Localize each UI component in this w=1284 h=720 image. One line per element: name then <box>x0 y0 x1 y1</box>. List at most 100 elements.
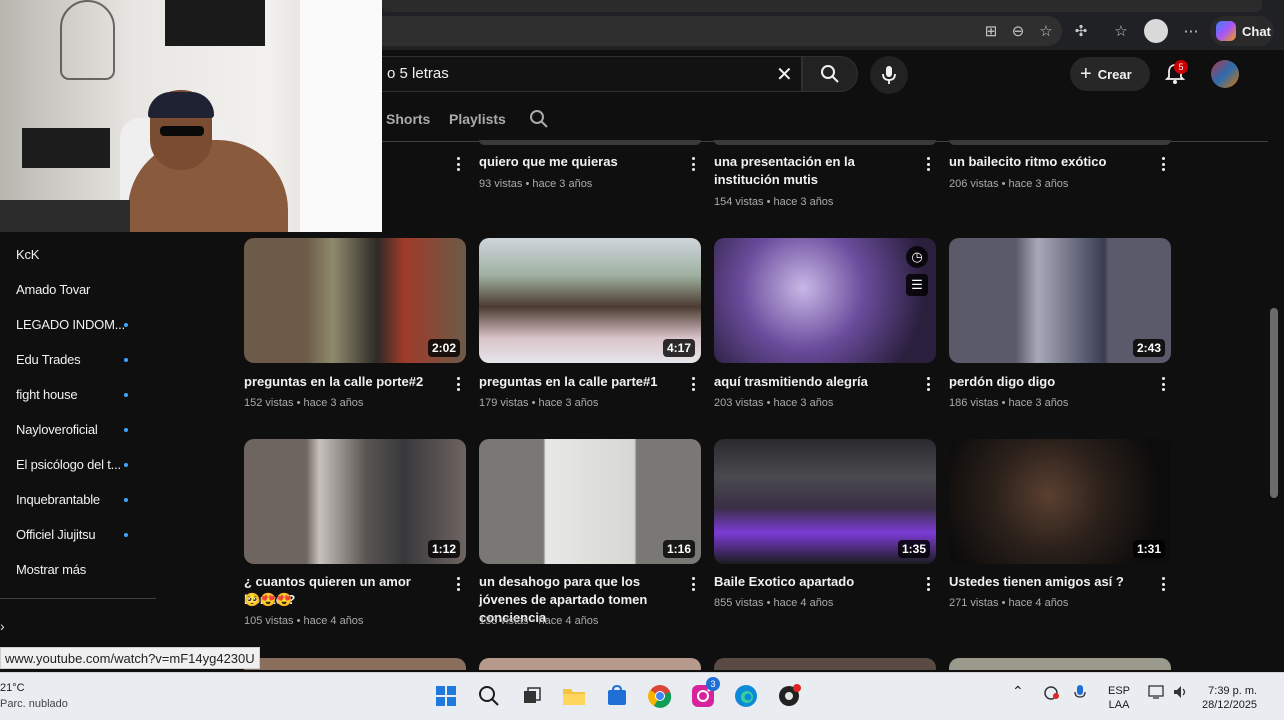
video-thumbnail[interactable]: 4:17 <box>479 238 701 363</box>
new-content-dot <box>124 393 128 397</box>
video-title[interactable]: preguntas en la calle parte#1 <box>479 373 679 391</box>
favorites-icon[interactable]: ☆ <box>1110 20 1132 42</box>
sidebar-item-kck[interactable]: KcK <box>16 247 39 262</box>
weather-description[interactable]: Parc. nublado <box>0 698 68 710</box>
video-thumbnail[interactable]: 1:12 <box>244 439 466 564</box>
tab-shorts[interactable]: Shorts <box>386 111 430 127</box>
video-title[interactable]: preguntas en la calle porte#2 <box>244 373 444 391</box>
video-title[interactable]: Ustedes tienen amigos así ? <box>949 573 1149 591</box>
video-title[interactable]: una presentación en la institución mutis <box>714 153 914 189</box>
search-button[interactable] <box>802 56 858 92</box>
video-thumbnail[interactable]: 1:35 <box>714 439 936 564</box>
video-title[interactable]: un bailecito ritmo exótico <box>949 153 1149 171</box>
add-to-queue-icon[interactable]: ☰ <box>906 274 928 296</box>
apps-icon[interactable]: ⊞ <box>980 20 1002 42</box>
favorite-star-icon[interactable]: ☆ <box>1035 20 1057 42</box>
show-more-button[interactable]: Mostrar más <box>16 562 86 577</box>
clear-search-icon[interactable]: ✕ <box>776 62 793 87</box>
video-meta: 855 vistas • hace 4 años <box>714 597 834 609</box>
video-menu-icon[interactable] <box>1158 575 1168 593</box>
video-thumbnail-partial[interactable] <box>479 140 701 145</box>
voice-search-button[interactable] <box>870 56 908 94</box>
start-icon[interactable] <box>433 683 459 709</box>
video-title-emoji: 🥺😍😍 <box>244 592 293 607</box>
microphone-tray-icon[interactable] <box>1074 684 1086 706</box>
network-alert-icon[interactable] <box>1042 684 1060 704</box>
video-menu-icon[interactable] <box>1158 375 1168 393</box>
tab-playlists[interactable]: Playlists <box>449 111 506 127</box>
volume-icon[interactable] <box>1172 684 1190 704</box>
notification-count-badge: 5 <box>1174 60 1188 74</box>
weather-temperature[interactable]: 21°C <box>0 682 25 694</box>
clock-time: 7:39 p. m. <box>1208 685 1258 697</box>
video-thumbnail[interactable]: 1:31 <box>949 439 1171 564</box>
more-menu-icon[interactable]: ⋯ <box>1180 20 1202 42</box>
video-thumbnail[interactable]: 2:43 <box>949 238 1171 363</box>
video-title[interactable]: Baile Exotico apartado <box>714 573 914 591</box>
video-thumbnail-partial[interactable] <box>714 140 936 145</box>
video-thumbnail-partial[interactable] <box>479 658 701 670</box>
sidebar-item-nayloveroficial[interactable]: Nayloveroficial <box>16 422 98 437</box>
video-menu-icon[interactable] <box>923 575 933 593</box>
video-thumbnail[interactable]: ◷ ☰ <box>714 238 936 363</box>
video-menu-icon[interactable] <box>688 575 698 593</box>
extensions-icon[interactable]: ✣ <box>1070 20 1092 42</box>
user-avatar[interactable] <box>1211 60 1239 88</box>
video-menu-icon[interactable] <box>923 375 933 393</box>
video-menu-icon[interactable] <box>453 375 463 393</box>
channel-search-icon[interactable] <box>529 109 549 129</box>
sidebar-item-psicologo[interactable]: El psicólogo del t... <box>16 457 121 472</box>
video-menu-icon[interactable] <box>1158 155 1168 173</box>
desk <box>0 200 130 232</box>
copilot-chat-button[interactable]: Chat <box>1210 16 1274 46</box>
new-content-dot <box>124 533 128 537</box>
sunglasses <box>160 126 204 136</box>
video-thumbnail-partial[interactable] <box>244 658 466 670</box>
search-input-value[interactable]: o 5 letras <box>387 65 449 82</box>
chevron-right-icon[interactable]: › <box>0 618 5 634</box>
file-explorer-icon[interactable] <box>561 683 587 709</box>
instagram-icon[interactable]: 3 <box>690 677 720 709</box>
sidebar-item-fight-house[interactable]: fight house <box>16 387 78 402</box>
address-bar[interactable] <box>382 16 1062 46</box>
video-menu-icon[interactable] <box>923 155 933 173</box>
clock[interactable]: 7:39 p. m. 28/12/2025 <box>1202 684 1257 712</box>
sidebar-item-officiel-jiujitsu[interactable]: Officiel Jiujitsu <box>16 527 96 542</box>
microsoft-store-icon[interactable] <box>604 683 630 709</box>
input-language[interactable]: ESP LAA <box>1108 684 1130 712</box>
video-duration: 4:17 <box>662 339 695 357</box>
sidebar-item-inquebrantable[interactable]: Inquebrantable <box>16 492 100 507</box>
sidebar-item-amado-tovar[interactable]: Amado Tovar <box>16 282 90 297</box>
edge-icon[interactable] <box>733 683 759 709</box>
video-thumbnail-partial[interactable] <box>949 140 1171 145</box>
video-menu-icon[interactable] <box>688 375 698 393</box>
recording-app-icon[interactable] <box>776 683 802 709</box>
clock-date: 28/12/2025 <box>1202 699 1258 711</box>
video-title[interactable]: quiero que me quieras <box>479 153 679 171</box>
browser-profile-icon[interactable] <box>1144 19 1168 43</box>
video-meta: 105 vistas • hace 4 años <box>244 615 364 627</box>
video-menu-icon[interactable] <box>688 155 698 173</box>
video-thumbnail-partial[interactable] <box>949 658 1171 670</box>
display-icon[interactable] <box>1148 684 1166 704</box>
video-title[interactable]: aquí trasmitiendo alegría <box>714 373 914 391</box>
video-thumbnail-partial[interactable] <box>714 658 936 670</box>
chevron-up-icon[interactable]: ⌃ <box>1012 684 1024 698</box>
video-thumbnail[interactable]: 2:02 <box>244 238 466 363</box>
task-view-icon[interactable] <box>519 683 545 709</box>
scrollbar-thumb[interactable] <box>1270 308 1278 498</box>
sidebar-item-legado[interactable]: LEGADO INDOM... <box>16 317 125 332</box>
microphone-icon <box>882 66 896 84</box>
video-title[interactable]: perdón digo digo <box>949 373 1149 391</box>
sidebar-item-edu-trades[interactable]: Edu Trades <box>16 352 81 367</box>
zoom-out-icon[interactable]: ⊖ <box>1007 20 1029 42</box>
create-button[interactable]: + Crear <box>1070 57 1150 91</box>
video-thumbnail[interactable]: 1:16 <box>479 439 701 564</box>
video-menu-icon[interactable] <box>453 155 463 173</box>
chrome-icon[interactable] <box>647 683 673 709</box>
browser-tab-strip[interactable] <box>382 0 1262 12</box>
search-taskbar-icon[interactable] <box>476 683 502 709</box>
search-icon <box>821 65 839 83</box>
watch-later-icon[interactable]: ◷ <box>906 246 928 268</box>
video-menu-icon[interactable] <box>453 575 463 593</box>
